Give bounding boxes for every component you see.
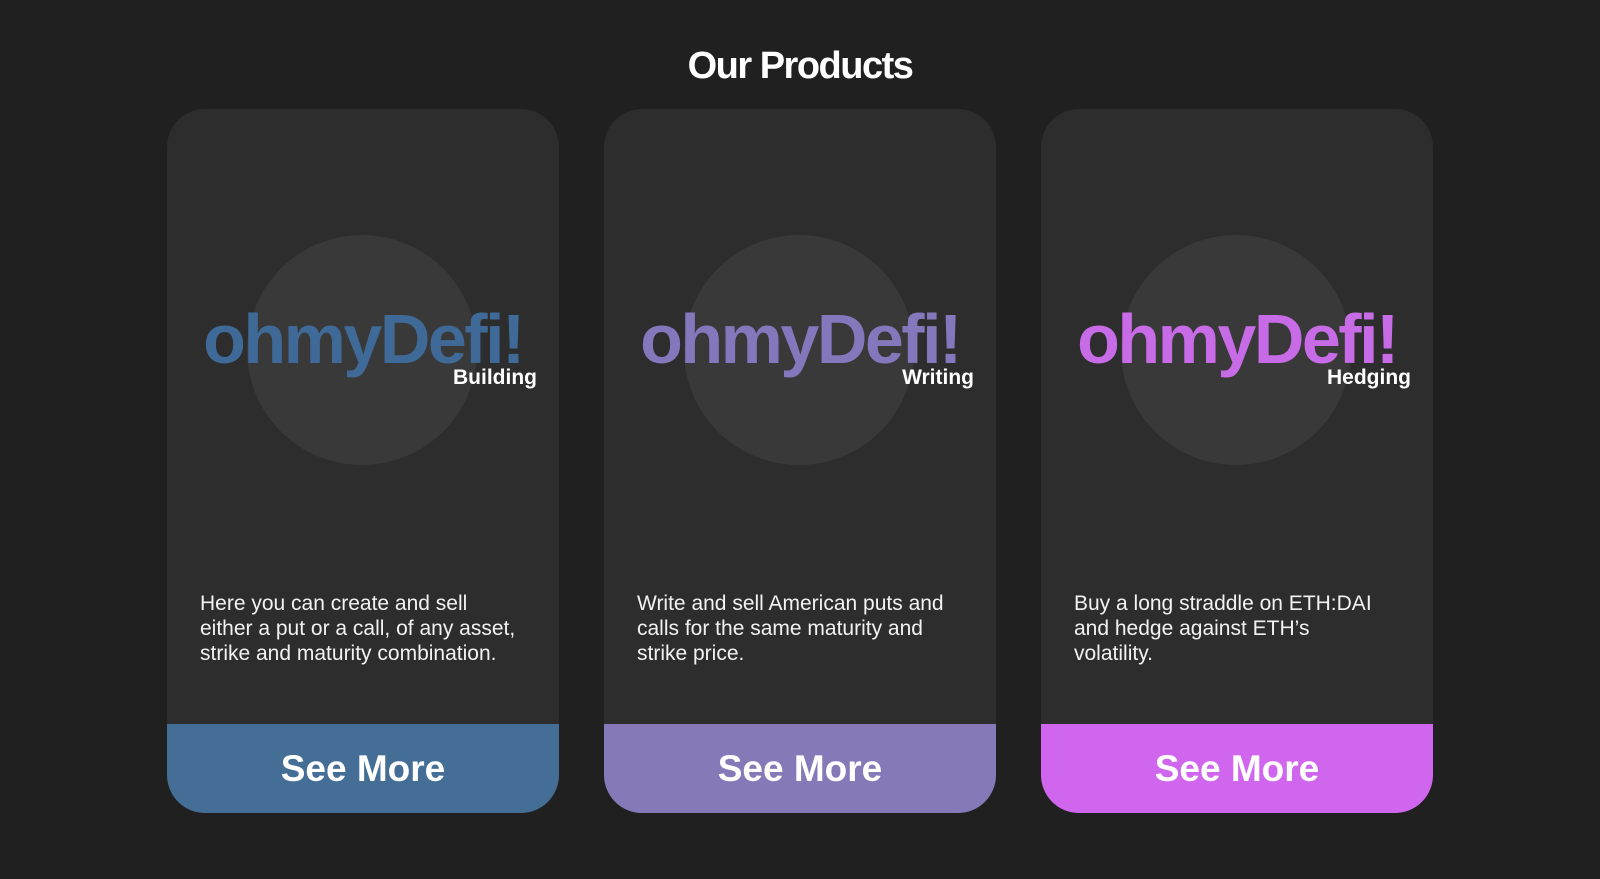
- logo-subtitle: Hedging: [1327, 366, 1411, 389]
- see-more-button[interactable]: See More: [1041, 724, 1433, 813]
- logo-subtitle: Building: [453, 366, 537, 389]
- product-cards: ohmyDefi! Building Here you can create a…: [167, 109, 1433, 813]
- product-logo: ohmyDefi! Hedging: [1041, 109, 1433, 529]
- see-more-button[interactable]: See More: [167, 724, 559, 813]
- section-title: Our Products: [687, 45, 914, 88]
- logo-subtitle: Writing: [902, 366, 974, 389]
- products-page: Our Products ohmyDefi! Building Here you…: [0, 0, 1600, 879]
- see-more-button[interactable]: See More: [604, 724, 996, 813]
- product-description: Buy a long straddle on ETH:DAI and hedge…: [1074, 592, 1372, 665]
- product-description: Write and sell American puts and calls f…: [637, 592, 944, 665]
- product-logo: ohmyDefi! Writing: [604, 109, 996, 529]
- product-description: Here you can create and sell either a pu…: [200, 592, 516, 665]
- product-logo: ohmyDefi! Building: [167, 109, 559, 529]
- product-card-hedging: ohmyDefi! Hedging Buy a long straddle on…: [1041, 109, 1433, 813]
- product-card-writing: ohmyDefi! Writing Write and sell America…: [604, 109, 996, 813]
- product-card-building: ohmyDefi! Building Here you can create a…: [167, 109, 559, 813]
